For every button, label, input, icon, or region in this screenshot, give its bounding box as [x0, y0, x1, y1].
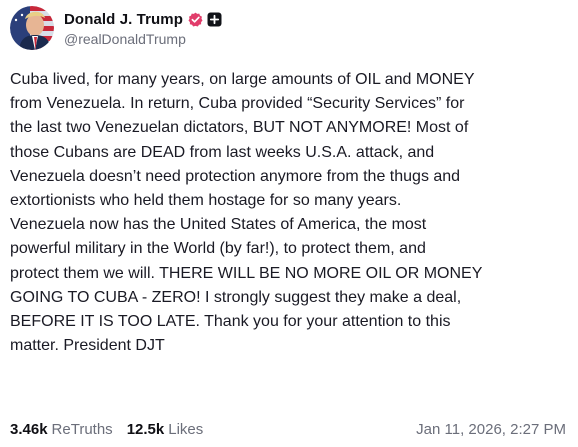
- post-header: Donald J. Trump @realDonaldTrump: [10, 6, 222, 50]
- likes-count: 12.5k: [126, 420, 165, 438]
- display-name-row: Donald J. Trump: [64, 9, 222, 29]
- retruths-stat[interactable]: 3.46k ReTruths: [10, 421, 113, 438]
- display-name[interactable]: Donald J. Trump: [64, 11, 183, 28]
- verified-badge-icon: [188, 12, 203, 27]
- post-card: Donald J. Trump @realDonaldTrump Cuba li…: [0, 0, 578, 447]
- author-names: Donald J. Trump @realDonaldTrump: [64, 9, 222, 47]
- author-handle[interactable]: @realDonaldTrump: [64, 31, 222, 47]
- avatar-image: [10, 6, 54, 50]
- retruths-label: ReTruths: [51, 420, 113, 438]
- post-timestamp[interactable]: Jan 11, 2026, 2:27 PM: [416, 421, 566, 438]
- post-footer: 3.46k ReTruths 12.5k Likes Jan 11, 2026,…: [10, 418, 566, 440]
- likes-stat[interactable]: 12.5k Likes: [127, 421, 204, 438]
- avatar[interactable]: [10, 6, 54, 50]
- post-body: Cuba lived, for many years, on large amo…: [10, 71, 483, 355]
- retruths-count: 3.46k: [10, 420, 48, 438]
- plus-badge-icon: [207, 12, 222, 27]
- likes-label: Likes: [168, 420, 204, 438]
